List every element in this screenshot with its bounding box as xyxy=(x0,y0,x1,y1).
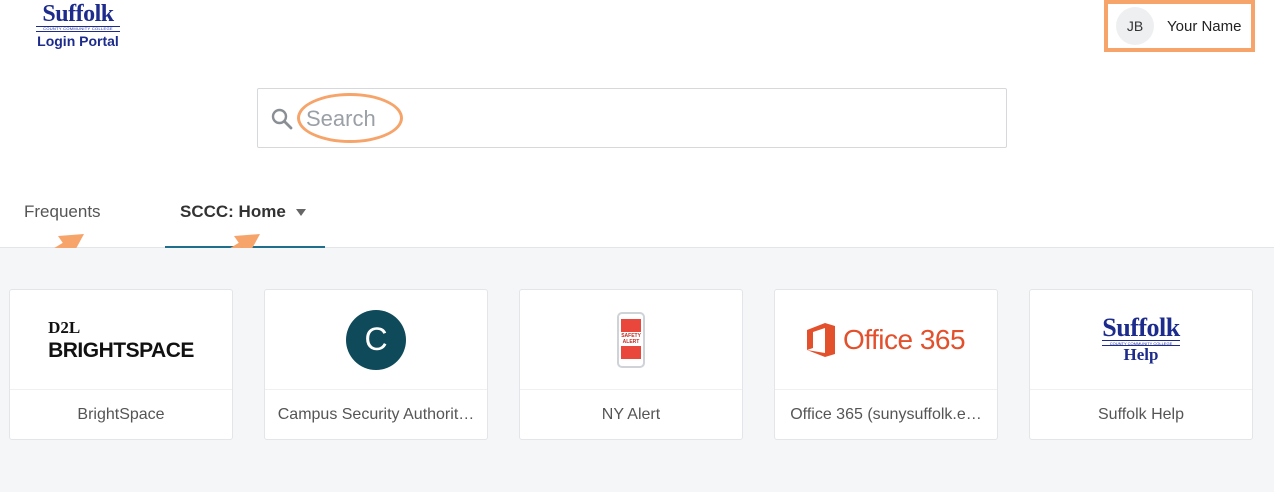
tab-frequents[interactable]: Frequents xyxy=(24,202,101,248)
tab-sccc-home-label: SCCC: Home xyxy=(180,202,286,221)
app-tile-logo: Office 365 xyxy=(775,290,997,390)
suffolk-help-logo: Suffolk COUNTY COMMUNITY COLLEGE Help xyxy=(1102,312,1180,364)
app-tile-label: Office 365 (sunysuffolk.e… xyxy=(783,390,989,440)
app-tile-logo: D2L BRIGHTSPACE xyxy=(10,290,232,390)
app-tile-label: BrightSpace xyxy=(18,390,224,440)
app-label-text: Campus Security Authorit… xyxy=(277,406,475,423)
search-icon xyxy=(271,108,293,130)
tab-bar: Frequents SCCC: Home xyxy=(0,190,1274,248)
campus-security-letter-icon: C xyxy=(346,309,406,370)
suffolk-login-portal-logo[interactable]: Suffolk COUNTY COMMUNITY COLLEGE Login P… xyxy=(32,2,124,49)
app-label-text: BrightSpace xyxy=(77,406,165,423)
app-tile-logo: Suffolk COUNTY COMMUNITY COLLEGE Help xyxy=(1030,290,1252,390)
help-logo-wordmark: Suffolk xyxy=(1102,312,1180,342)
app-tile-brightspace[interactable]: D2L BRIGHTSPACE BrightSpace xyxy=(9,289,233,440)
avatar: JB xyxy=(1116,7,1154,45)
search-bar[interactable] xyxy=(257,88,1007,148)
tab-frequents-label: Frequents xyxy=(24,202,101,221)
app-tile-label: NY Alert xyxy=(528,390,734,440)
app-tile-logo: C xyxy=(265,290,487,390)
app-grid: D2L BRIGHTSPACE BrightSpace C Campus Sec… xyxy=(0,248,1274,492)
brightspace-logo-top: D2L xyxy=(48,317,81,337)
app-tile-office-365[interactable]: Office 365 Office 365 (sunysuffolk.e… xyxy=(774,289,998,440)
brightspace-logo-bottom: BRIGHTSPACE xyxy=(48,338,194,362)
app-tile-label: Suffolk Help xyxy=(1038,390,1244,440)
search-input[interactable] xyxy=(306,101,986,137)
app-tile-logo: SAFETY ALERT xyxy=(520,290,742,390)
logo-wordmark: Suffolk xyxy=(42,1,114,27)
app-label-text: Suffolk Help xyxy=(1098,406,1184,423)
tab-sccc-home[interactable]: SCCC: Home xyxy=(165,202,325,248)
app-tile-campus-security[interactable]: C Campus Security Authorit… xyxy=(264,289,488,440)
app-tile-suffolk-help[interactable]: Suffolk COUNTY COMMUNITY COLLEGE Help Su… xyxy=(1029,289,1253,440)
app-tile-label: Campus Security Authorit… xyxy=(273,390,479,440)
app-tile-ny-alert[interactable]: SAFETY ALERT NY Alert xyxy=(519,289,743,440)
office-icon xyxy=(806,322,835,357)
portal-page: Suffolk COUNTY COMMUNITY COLLEGE Login P… xyxy=(0,0,1274,492)
office-365-logo: Office 365 xyxy=(806,322,966,357)
brightspace-logo: D2L BRIGHTSPACE xyxy=(48,319,194,361)
user-name: Your Name xyxy=(1167,17,1242,35)
logo-subtitle: Login Portal xyxy=(37,33,119,49)
safety-alert-text: SAFETY ALERT xyxy=(620,331,642,346)
app-label-text: NY Alert xyxy=(601,406,661,423)
app-label-text: Office 365 (sunysuffolk.e… xyxy=(790,406,982,423)
phone-alert-icon: SAFETY ALERT xyxy=(617,311,645,368)
help-logo-sub: Help xyxy=(1123,344,1159,364)
user-menu-button[interactable]: JB Your Name xyxy=(1104,0,1255,52)
office-365-text: Office 365 xyxy=(842,323,966,355)
chevron-down-icon[interactable] xyxy=(295,209,306,217)
